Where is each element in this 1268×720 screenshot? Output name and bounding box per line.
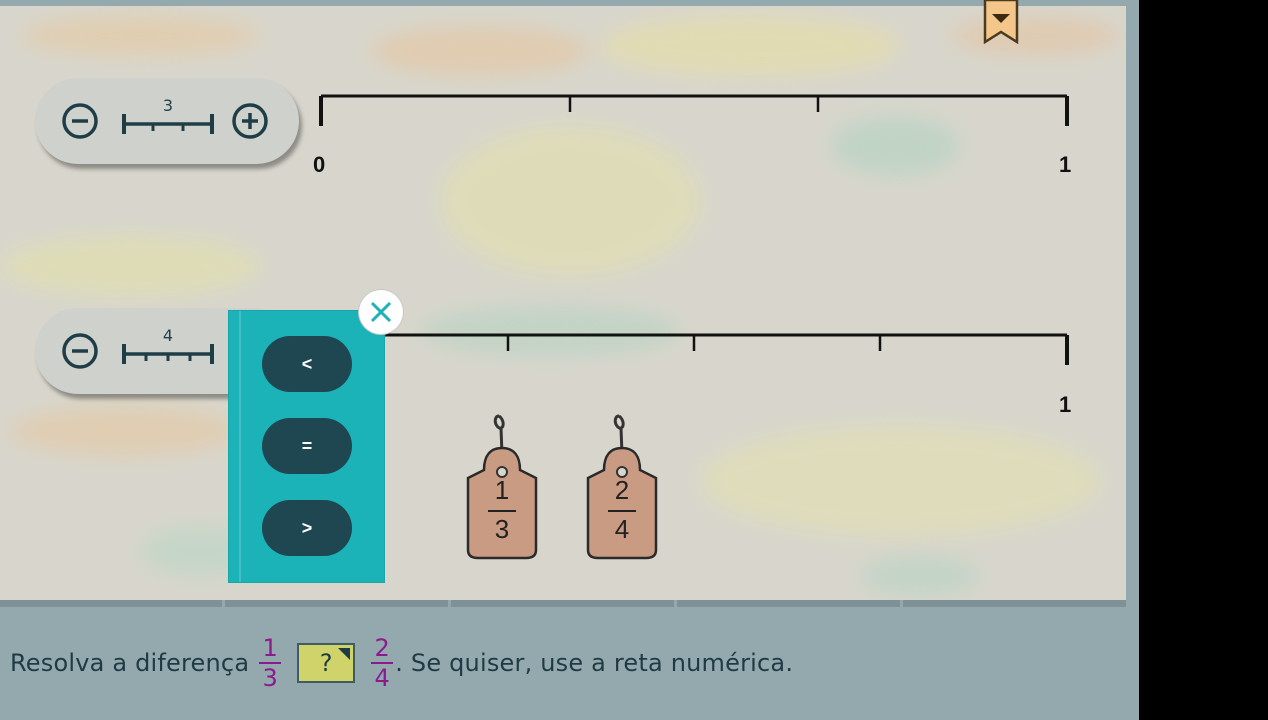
minus-circle-icon[interactable] (61, 102, 99, 140)
app-window: 0 1 0 1 3 4 (0, 0, 1139, 720)
line2-end-label: 1 (1059, 392, 1072, 417)
comparison-panel: < = > (229, 311, 384, 582)
tag-numerator: 1 (494, 475, 510, 505)
fraction-numerator: 2 (374, 634, 390, 662)
prompt-text-before: Resolva a diferença (10, 649, 250, 677)
prompt-fraction-1: 1 3 (259, 634, 282, 692)
fraction-numerator: 1 (262, 634, 278, 662)
answer-dropdown[interactable]: ? (297, 643, 356, 683)
tag-fraction-bar (488, 510, 516, 512)
line1-start-label: 0 (313, 152, 326, 177)
divisions-count: 3 (162, 96, 174, 115)
line1-end-label: 1 (1059, 152, 1072, 177)
question-prompt: Resolva a diferença 1 3 ? 2 4 . Se quise… (10, 628, 793, 698)
number-line-fourths (321, 333, 1069, 365)
bookmark-icon[interactable] (983, 0, 1019, 45)
fraction-tag[interactable]: 1 3 (466, 410, 538, 560)
segment-tool-line1: 3 (35, 78, 299, 164)
tag-fraction-bar (608, 510, 636, 512)
segment-ruler-icon: 3 (120, 96, 216, 134)
number-line-thirds (319, 94, 1069, 126)
tag-denominator: 3 (494, 514, 510, 544)
fraction-denominator: 3 (262, 664, 278, 692)
board-divider (0, 600, 1126, 607)
equal-button[interactable]: = (262, 418, 352, 474)
number-line-board: 0 1 0 1 3 4 (0, 6, 1126, 600)
fraction-denominator: 4 (374, 664, 390, 692)
less-than-button[interactable]: < (262, 336, 352, 392)
tag-denominator: 4 (614, 514, 630, 544)
dropdown-corner-icon (338, 648, 351, 660)
greater-than-button[interactable]: > (262, 500, 352, 556)
divisions-count: 4 (162, 326, 174, 345)
minus-circle-icon[interactable] (61, 332, 99, 370)
prompt-fraction-2: 2 4 (371, 634, 394, 692)
close-icon[interactable] (359, 290, 403, 334)
prompt-text-after: . Se quiser, use a reta numérica. (395, 649, 794, 677)
plus-circle-icon[interactable] (231, 102, 269, 140)
segment-ruler-icon: 4 (120, 326, 216, 364)
tag-numerator: 2 (614, 475, 630, 505)
fraction-tag[interactable]: 2 4 (586, 410, 658, 560)
answer-placeholder: ? (319, 649, 333, 677)
